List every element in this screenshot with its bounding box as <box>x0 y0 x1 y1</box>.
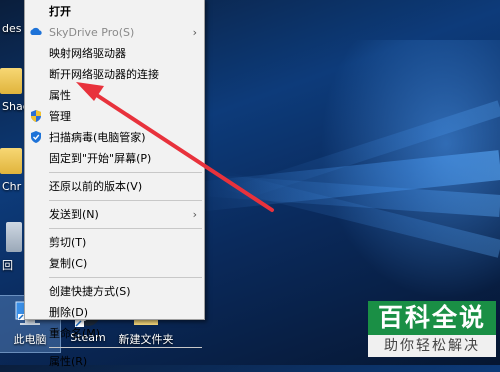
menu-item-skydrive-pro[interactable]: SkyDrive Pro(S) › <box>25 22 204 43</box>
shield-icon <box>31 110 41 122</box>
context-menu: 打开 SkyDrive Pro(S) › 映射网络驱动器 断开网络驱动器的连接 … <box>24 0 205 368</box>
submenu-chevron-icon: › <box>192 26 197 39</box>
recycle-bin-icon[interactable] <box>6 222 22 252</box>
security-shield-icon <box>31 131 41 143</box>
menu-item-create-shortcut[interactable]: 创建快捷方式(S) <box>25 281 204 302</box>
menu-item-label: 复制(C) <box>49 257 88 270</box>
menu-item-label: 断开网络驱动器的连接 <box>49 68 159 81</box>
menu-separator <box>49 347 202 348</box>
menu-item-cut[interactable]: 剪切(T) <box>25 232 204 253</box>
menu-item-label: 剪切(T) <box>49 236 87 249</box>
menu-item-label: 创建快捷方式(S) <box>49 285 131 298</box>
menu-item-restore-previous-versions[interactable]: 还原以前的版本(V) <box>25 176 204 197</box>
menu-item-label: SkyDrive Pro(S) <box>49 26 135 39</box>
menu-item-label: 固定到"开始"屏幕(P) <box>49 152 152 165</box>
menu-item-scan-virus[interactable]: 扫描病毒(电脑管家) <box>25 127 204 148</box>
menu-item-send-to[interactable]: 发送到(N) › <box>25 204 204 225</box>
menu-item-label: 发送到(N) <box>49 208 99 221</box>
menu-item-label: 属性(R) <box>49 355 88 368</box>
menu-item-label: 还原以前的版本(V) <box>49 180 143 193</box>
menu-item-manage[interactable]: 管理 <box>25 106 204 127</box>
menu-item-rename[interactable]: 重命名(M) <box>25 323 204 344</box>
desktop-icon-label[interactable]: des <box>2 22 21 35</box>
menu-item-label: 删除(D) <box>49 306 89 319</box>
menu-item-disconnect-network-drive[interactable]: 断开网络驱动器的连接 <box>25 64 204 85</box>
cloud-icon <box>30 27 42 35</box>
menu-item-label: 属性 <box>49 89 71 102</box>
menu-separator <box>49 200 202 201</box>
menu-item-properties-r[interactable]: 属性(R) <box>25 351 204 372</box>
desktop-icon-label[interactable]: 回 <box>2 257 13 273</box>
submenu-chevron-icon: › <box>192 208 197 221</box>
menu-item-pin-to-start[interactable]: 固定到"开始"屏幕(P) <box>25 148 204 169</box>
menu-item-label: 重命名(M) <box>49 327 101 340</box>
menu-item-copy[interactable]: 复制(C) <box>25 253 204 274</box>
menu-item-label: 管理 <box>49 110 71 123</box>
menu-item-label: 映射网络驱动器 <box>49 47 126 60</box>
menu-separator <box>49 277 202 278</box>
watermark: 百科全说 助你轻松解决 <box>368 301 496 357</box>
folder-icon[interactable] <box>0 68 22 94</box>
menu-separator <box>49 172 202 173</box>
folder-icon[interactable] <box>0 148 22 174</box>
watermark-subtitle: 助你轻松解决 <box>368 335 496 357</box>
menu-item-label: 打开 <box>49 5 71 18</box>
menu-separator <box>49 228 202 229</box>
menu-item-open[interactable]: 打开 <box>25 1 204 22</box>
menu-item-properties[interactable]: 属性 <box>25 85 204 106</box>
menu-item-map-network-drive[interactable]: 映射网络驱动器 <box>25 43 204 64</box>
menu-item-delete[interactable]: 删除(D) <box>25 302 204 323</box>
watermark-title: 百科全说 <box>368 301 496 335</box>
menu-item-label: 扫描病毒(电脑管家) <box>49 131 146 144</box>
desktop-icon-label[interactable]: Chr <box>2 180 21 193</box>
